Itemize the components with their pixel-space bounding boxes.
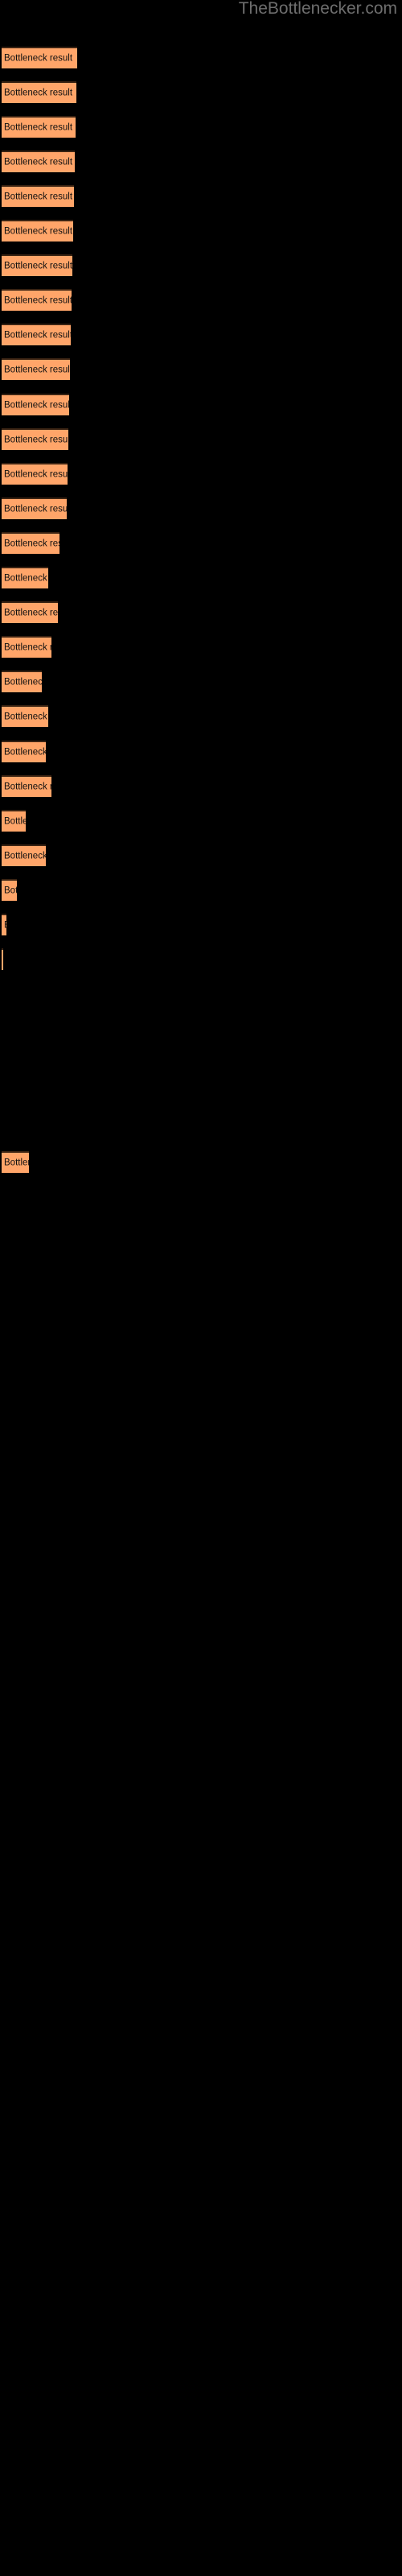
bar-item: Bottleneck result (2, 914, 6, 935)
bar-item: Bottleneck result (2, 47, 77, 68)
bar-item: Bottleneck result (2, 705, 48, 727)
bar-label: Bottleneck result (4, 365, 70, 374)
bar-item: Bottleneck result (2, 567, 48, 588)
bar-item: Bottleneck result (2, 324, 71, 345)
bar-item: Bottleneck result (2, 775, 51, 797)
bar-item: Bottleneck result (2, 497, 67, 519)
bar-item: Bottleneck result (2, 116, 76, 138)
bar-label: Bottleneck result (4, 920, 6, 931)
bar-label: Bottleneck result (4, 1158, 29, 1167)
bar-label: Bottleneck result (4, 642, 51, 652)
bar-label: Bottleneck result (4, 539, 59, 548)
bar-label: Bottleneck result (4, 53, 73, 63)
bar-label: Bottleneck result (4, 192, 73, 201)
bar-item: Bottleneck result (2, 151, 75, 172)
bar-item: Bottleneck result (2, 289, 72, 311)
bar-item: Bottleneck result (2, 844, 46, 866)
bar-item: Bottleneck result (2, 463, 68, 485)
bar-label: Bottleneck result (4, 816, 26, 826)
bar-label: Bottleneck result (4, 295, 72, 305)
bar-item: Bottleneck result (2, 254, 72, 276)
bar-item: Bottleneck result (2, 1151, 29, 1173)
bar-item: Bottleneck result (2, 81, 76, 103)
bar-item: Bottleneck result (2, 810, 26, 832)
bar-label: Bottleneck result (4, 504, 67, 514)
bar-label: Bottleneck result (4, 122, 73, 132)
bar-label: Bottleneck result (4, 886, 17, 895)
bar-item: Bottleneck result (2, 879, 17, 901)
bar-item: Bottleneck result (2, 601, 58, 623)
bar-item: Bottleneck result (2, 185, 74, 207)
bar-item: Bottleneck result (2, 532, 59, 554)
bar-label: Bottleneck result (4, 469, 68, 479)
bar-label: Bottleneck result (4, 435, 68, 444)
bar-item: Bottleneck result (2, 358, 70, 380)
bar-label: Bottleneck result (4, 712, 48, 721)
bar-label: Bottleneck result (4, 677, 42, 687)
bar-item: Bottleneck result (2, 948, 3, 970)
bar-label: Bottleneck result (4, 330, 71, 340)
bottleneck-bar-chart: TheBottlenecker.com Bottleneck result Bot… (0, 0, 402, 2576)
bar-label: Bottleneck result (4, 88, 73, 97)
bar-label: Bottleneck result (4, 157, 73, 167)
bar-item: Bottleneck result (2, 394, 69, 415)
bar-label: Bottleneck result (4, 400, 69, 410)
bar-label: Bottleneck result (4, 226, 73, 236)
bar-label: Bottleneck result (4, 782, 51, 791)
bar-item: Bottleneck result (2, 428, 68, 450)
bar-label: Bottleneck result (4, 747, 46, 757)
bar-item: Bottleneck result (2, 741, 46, 762)
bar-label: Bottleneck result (4, 573, 48, 583)
bar-item: Bottleneck result (2, 636, 51, 658)
bar-item: Bottleneck result (2, 671, 42, 692)
bar-label: Bottleneck result (4, 608, 58, 617)
bar-label: Bottleneck result (4, 261, 72, 270)
site-watermark: TheBottlenecker.com (238, 0, 397, 18)
bar-label: Bottleneck result (4, 851, 46, 861)
bar-item: Bottleneck result (2, 220, 73, 242)
